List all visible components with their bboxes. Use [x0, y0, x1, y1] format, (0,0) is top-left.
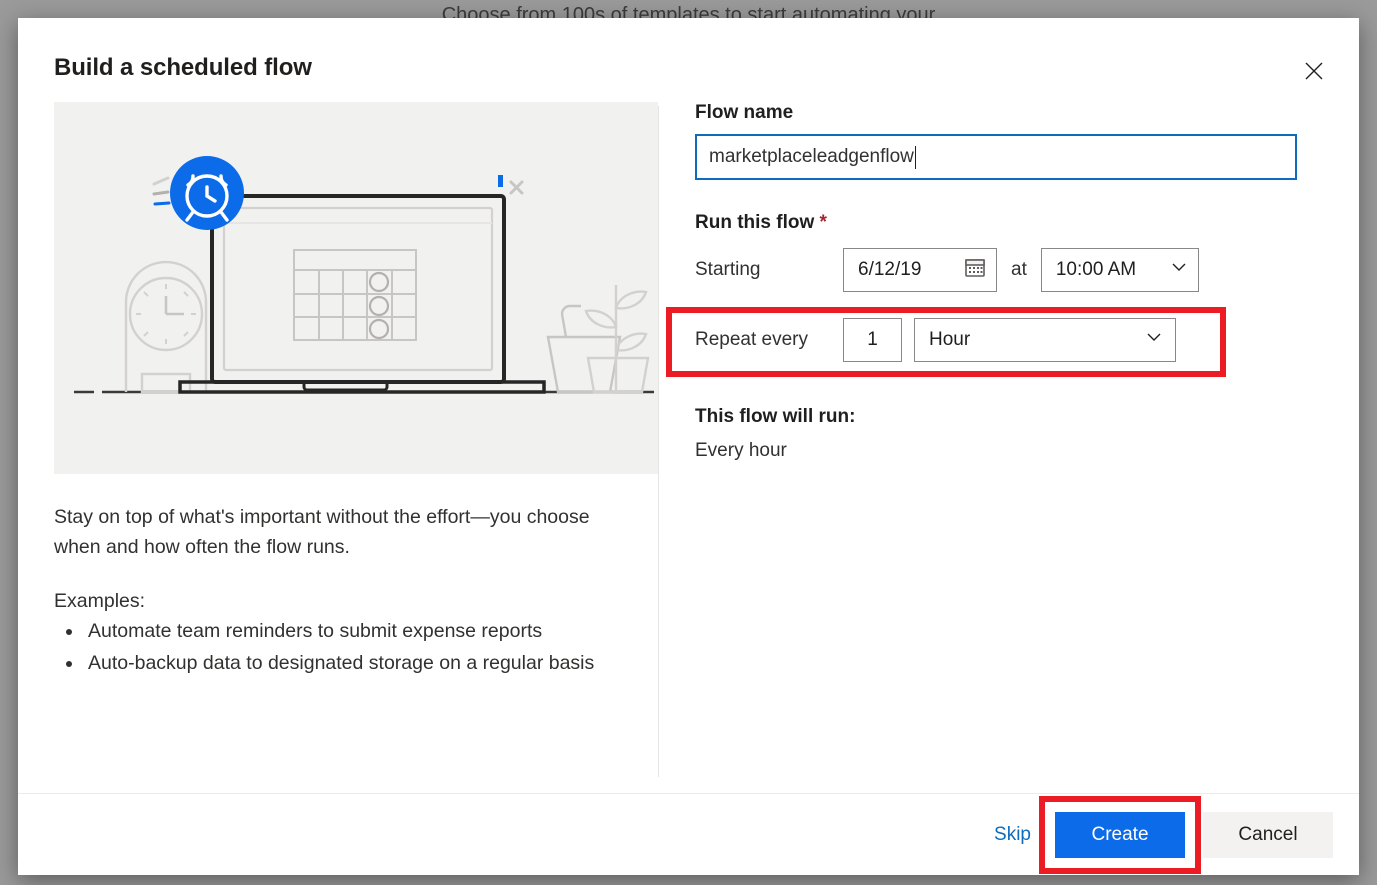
build-scheduled-flow-dialog: Build a scheduled flow: [18, 18, 1359, 875]
text-caret: [915, 146, 916, 169]
left-panel: Stay on top of what's important without …: [18, 102, 658, 793]
chevron-down-icon: [1170, 258, 1188, 282]
close-icon: [1304, 61, 1324, 81]
dialog-header: Build a scheduled flow: [18, 18, 1359, 102]
list-item: Automate team reminders to submit expens…: [84, 615, 638, 647]
repeat-unit-value: Hour: [929, 329, 970, 351]
repeat-interval-input[interactable]: 1: [843, 318, 902, 362]
start-date-field[interactable]: 6/12/19: [843, 248, 997, 292]
at-label: at: [1011, 259, 1027, 281]
repeat-unit-dropdown[interactable]: Hour: [914, 318, 1176, 362]
flow-name-input[interactable]: marketplaceleadgenflow: [695, 134, 1297, 180]
examples-list: Automate team reminders to submit expens…: [54, 615, 638, 679]
calendar-icon[interactable]: [964, 256, 986, 284]
flow-settings-form: Flow name marketplaceleadgenflow Run thi…: [659, 102, 1359, 793]
run-this-flow-label: Run this flow *: [695, 212, 1331, 234]
start-date-value: 6/12/19: [858, 259, 921, 281]
run-this-flow-text: Run this flow: [695, 212, 814, 233]
examples-label: Examples:: [54, 590, 638, 613]
scheduled-flow-illustration: [54, 102, 658, 474]
repeat-every-row: Repeat every 1 Hour: [695, 318, 1331, 362]
dialog-footer: Skip Create Cancel: [18, 793, 1359, 875]
repeat-interval-value: 1: [867, 329, 878, 351]
starting-label: Starting: [695, 259, 843, 281]
illustration-description: Stay on top of what's important without …: [54, 502, 638, 562]
chevron-down-icon: [1145, 328, 1163, 352]
flow-name-value: marketplaceleadgenflow: [709, 146, 914, 168]
create-button[interactable]: Create: [1055, 812, 1185, 858]
repeat-every-section: Repeat every 1 Hour: [695, 318, 1331, 362]
start-time-value: 10:00 AM: [1056, 259, 1136, 281]
repeat-every-label: Repeat every: [695, 329, 843, 351]
required-marker: *: [820, 212, 827, 233]
dialog-body: Stay on top of what's important without …: [18, 102, 1359, 793]
cancel-button[interactable]: Cancel: [1203, 812, 1333, 858]
flow-name-label: Flow name: [695, 102, 1331, 124]
will-run-value: Every hour: [695, 440, 1331, 462]
will-run-label: This flow will run:: [695, 406, 1331, 428]
create-button-wrapper: Create: [1055, 812, 1185, 858]
list-item: Auto-backup data to designated storage o…: [84, 647, 638, 679]
skip-link[interactable]: Skip: [994, 824, 1031, 846]
start-time-dropdown[interactable]: 10:00 AM: [1041, 248, 1199, 292]
page-title: Build a scheduled flow: [54, 54, 312, 82]
starting-row: Starting 6/12/19: [695, 248, 1331, 292]
close-button[interactable]: [1295, 52, 1333, 90]
